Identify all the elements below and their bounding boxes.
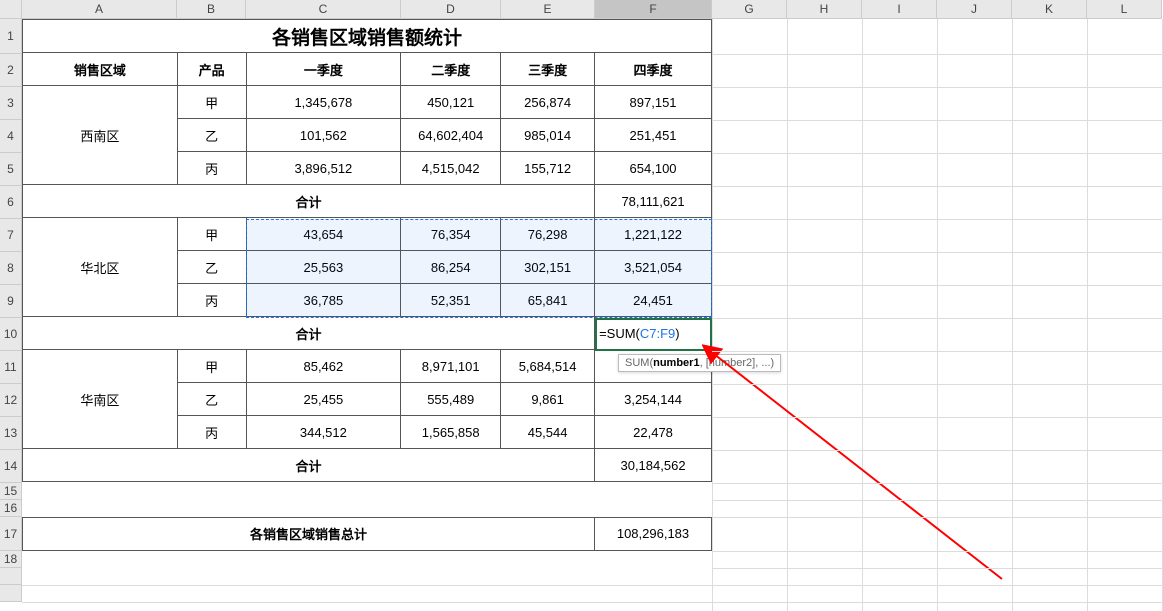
row-header-9[interactable]: 9 [0,285,22,318]
row-header-11[interactable]: 11 [0,351,22,384]
col-header-L[interactable]: L [1087,0,1162,19]
row-header-7[interactable]: 7 [0,219,22,252]
row-header-5[interactable]: 5 [0,153,22,186]
col-header-K[interactable]: K [1012,0,1087,19]
row-header-12[interactable]: 12 [0,384,22,417]
row-header-15[interactable]: 15 [0,483,22,500]
row-header-17[interactable]: 17 [0,517,22,551]
col-header-E[interactable]: E [501,0,595,19]
col-header-I[interactable]: I [862,0,937,19]
column-headers[interactable]: A B C D E F G H I J K L [0,0,1162,19]
faint-rows [22,19,1163,611]
row-header-3[interactable]: 3 [0,87,22,120]
row-header-10[interactable]: 10 [0,318,22,351]
col-header-A[interactable]: A [22,0,177,19]
col-header-B[interactable]: B [177,0,246,19]
col-header-H[interactable]: H [787,0,862,19]
row-header-8[interactable]: 8 [0,252,22,285]
select-all-corner[interactable] [0,0,22,19]
row-headers[interactable]: 123456789101112131415161718 [0,19,22,602]
row-header-14[interactable]: 14 [0,450,22,483]
row-header-16[interactable]: 16 [0,500,22,517]
row-header-18[interactable]: 18 [0,551,22,568]
col-header-G[interactable]: G [712,0,787,19]
row-header-6[interactable]: 6 [0,186,22,219]
col-header-J[interactable]: J [937,0,1012,19]
col-header-F[interactable]: F [595,0,712,19]
col-header-D[interactable]: D [401,0,501,19]
row-header-4[interactable]: 4 [0,120,22,153]
row-header-13[interactable]: 13 [0,417,22,450]
col-header-C[interactable]: C [246,0,401,19]
row-header-1[interactable]: 1 [0,19,22,54]
row-header-2[interactable]: 2 [0,54,22,87]
